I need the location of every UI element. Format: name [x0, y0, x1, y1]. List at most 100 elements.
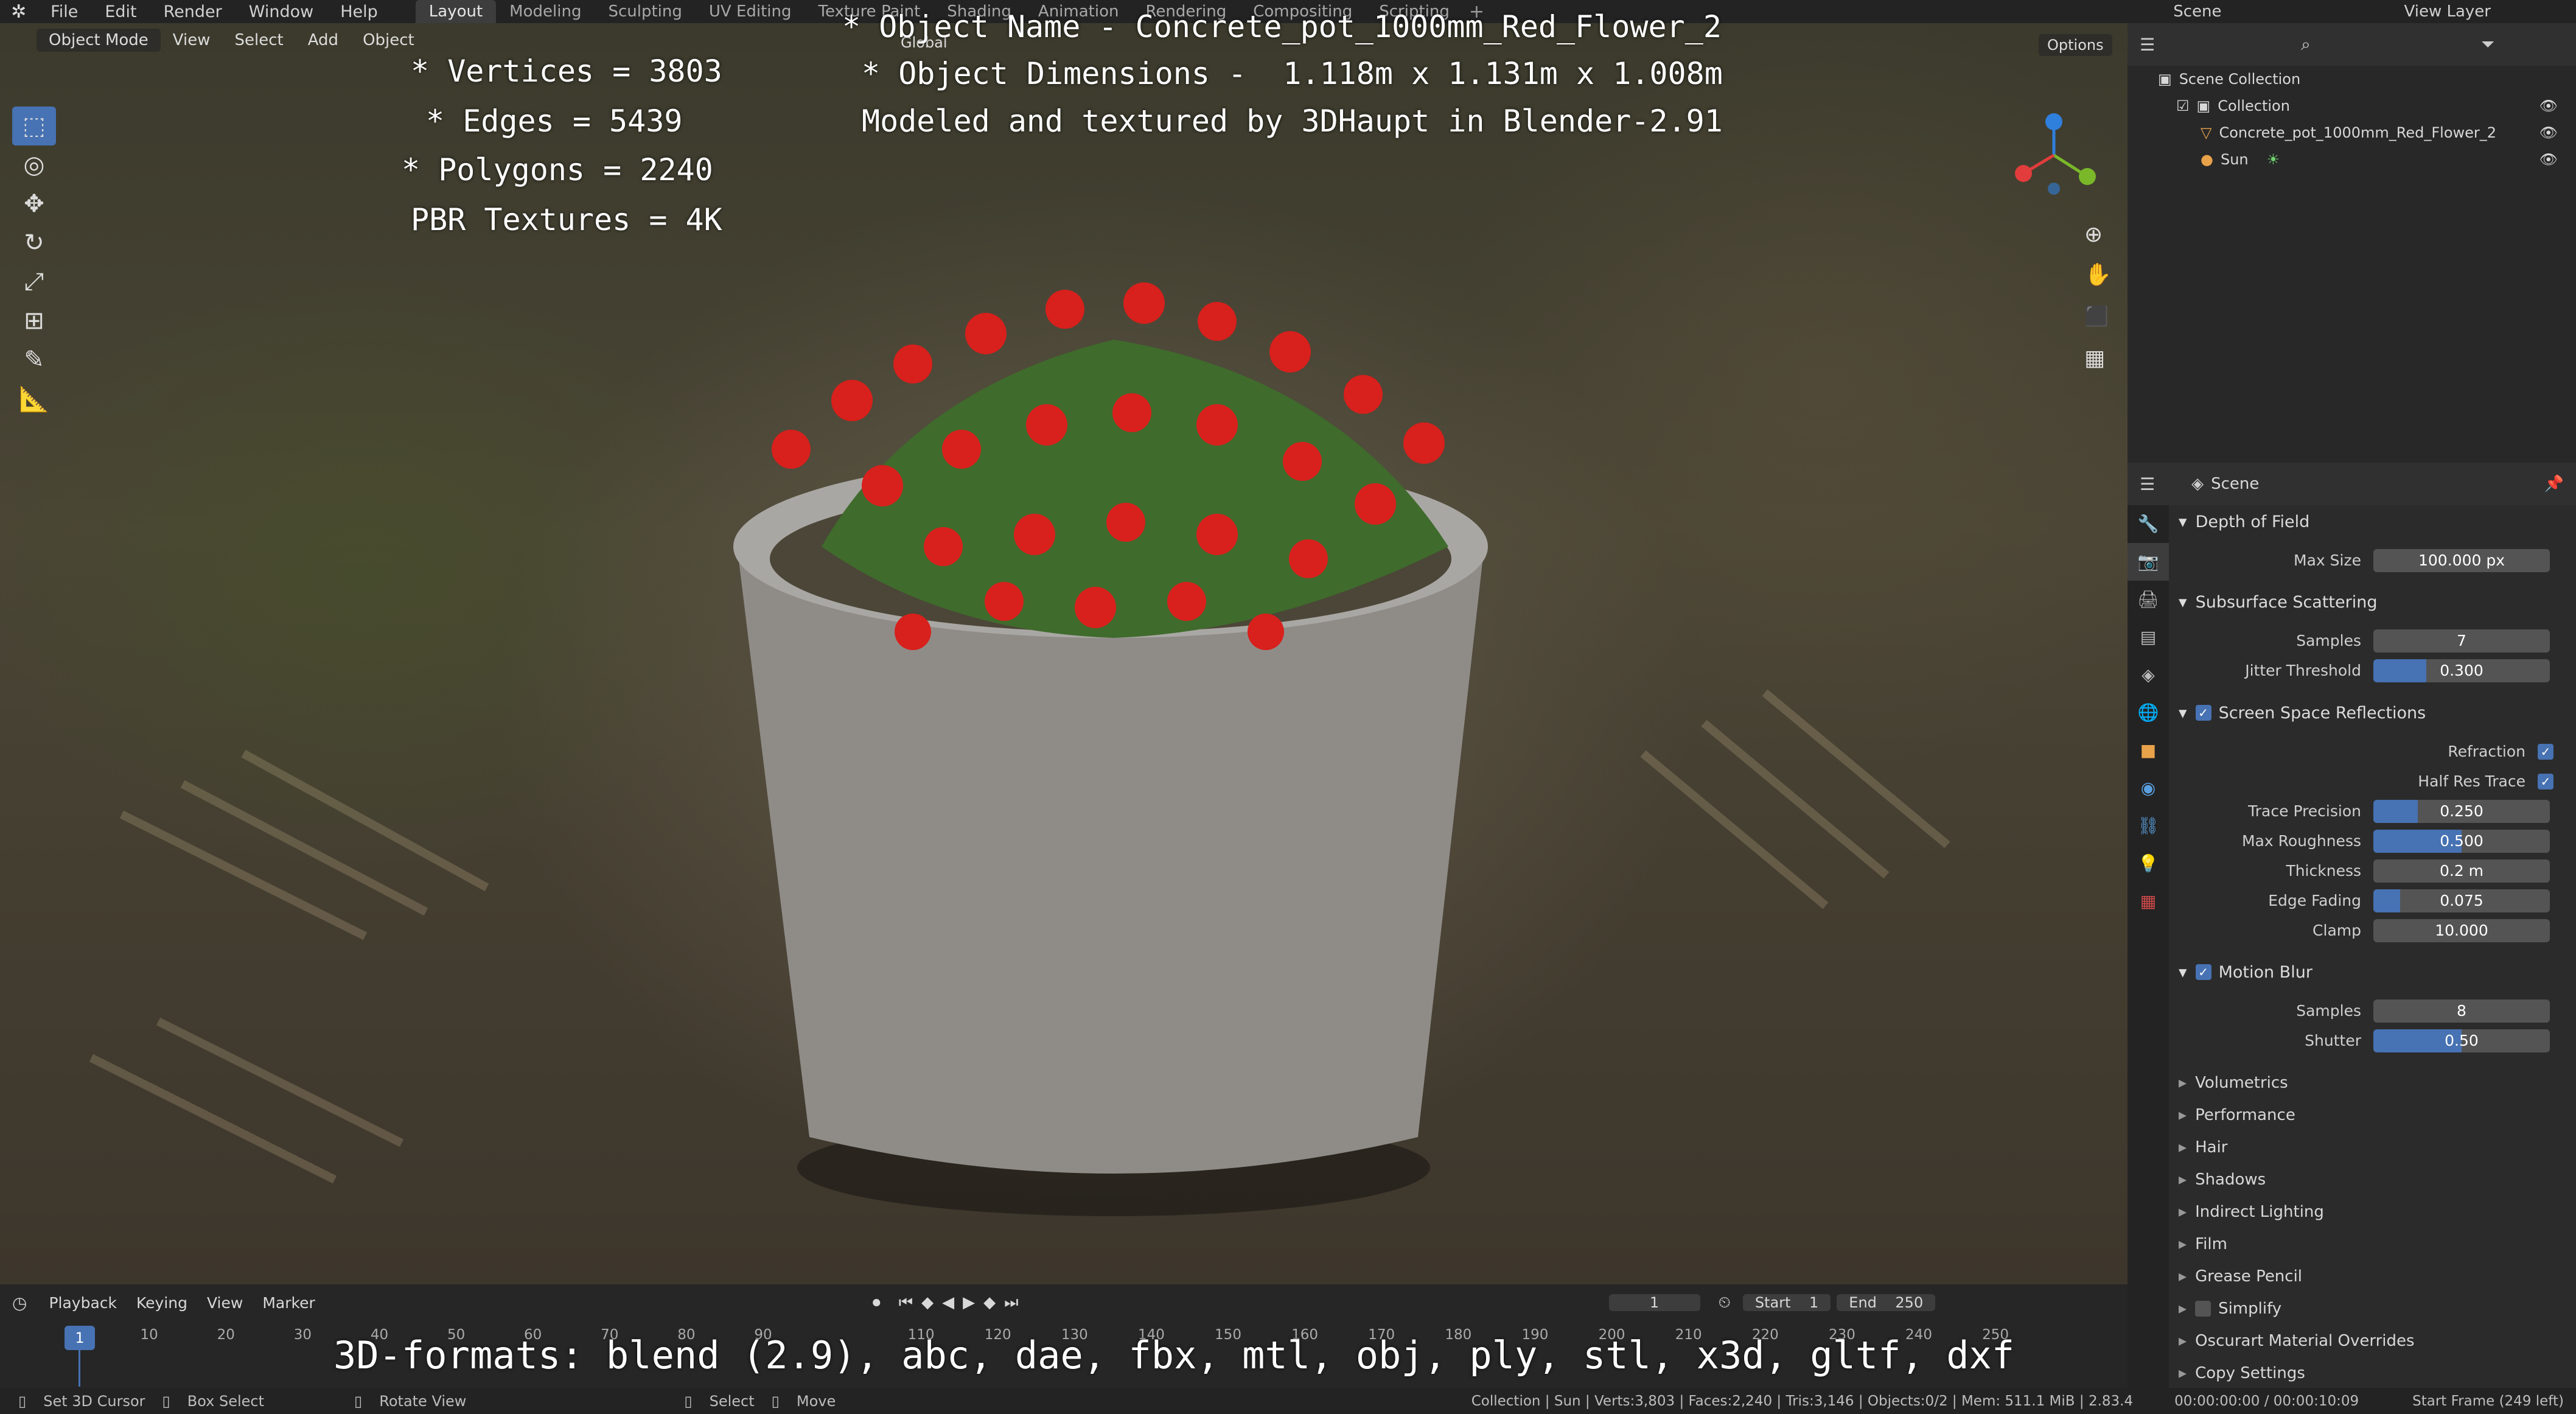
physics-tab-icon[interactable]: ◉: [2127, 769, 2169, 807]
record-icon[interactable]: ⏺: [873, 1293, 881, 1312]
texture-tab-icon[interactable]: ▦: [2127, 883, 2169, 920]
pan-hand-icon[interactable]: ✋: [2084, 262, 2112, 287]
tab-modeling[interactable]: Modeling: [496, 0, 595, 23]
panel-depth-of-field[interactable]: ▾ Depth of Field: [2179, 506, 2568, 537]
clamp-field[interactable]: 10.000: [2373, 919, 2550, 942]
timeline-view-menu[interactable]: View: [197, 1294, 253, 1312]
camera-icon[interactable]: ⬛: [2084, 304, 2109, 327]
add-menu[interactable]: Add: [296, 31, 351, 49]
jitter-slider[interactable]: 0.300: [2373, 659, 2550, 682]
collection-row[interactable]: ☑ ▣ Collection 👁: [2158, 93, 2576, 119]
outliner-filter-icon[interactable]: ⏷: [2481, 34, 2494, 55]
tab-uv-editing[interactable]: UV Editing: [696, 0, 805, 23]
edge-fading-slider[interactable]: 0.075: [2373, 889, 2550, 912]
panel-hair[interactable]: ▸ Hair: [2179, 1131, 2568, 1163]
cursor-tool-icon[interactable]: ◎: [12, 145, 56, 184]
menu-file[interactable]: File: [37, 2, 91, 21]
thickness-field[interactable]: 0.2 m: [2373, 859, 2550, 883]
keying-menu[interactable]: Keying: [127, 1294, 197, 1312]
data-tab-icon[interactable]: 💡: [2127, 845, 2169, 883]
jump-start-icon[interactable]: ⏮: [899, 1293, 913, 1312]
tab-sculpting[interactable]: Sculpting: [595, 0, 695, 23]
navigation-gizmo[interactable]: [2008, 110, 2100, 201]
properties-editor-type-icon[interactable]: ☰: [2127, 474, 2167, 494]
object-mode-dropdown[interactable]: Object Mode: [37, 29, 161, 52]
view-layer-label[interactable]: View Layer: [2392, 2, 2576, 21]
transform-tool-icon[interactable]: ⊞: [12, 301, 56, 340]
view-menu[interactable]: View: [161, 31, 223, 49]
options-dropdown[interactable]: Options: [2039, 34, 2112, 56]
end-field[interactable]: End 250: [1837, 1294, 1936, 1311]
shutter-slider[interactable]: 0.50: [2373, 1029, 2550, 1052]
tool-tab-icon[interactable]: 🔧: [2127, 505, 2169, 543]
object-menu[interactable]: Object: [351, 31, 427, 49]
select-menu[interactable]: Select: [223, 31, 296, 49]
outliner-search-icon[interactable]: ⌕: [2301, 34, 2311, 55]
next-keyframe-icon[interactable]: ◆: [983, 1293, 996, 1312]
eye-icon[interactable]: 👁: [2539, 151, 2558, 168]
render-tab-icon[interactable]: 📷: [2127, 543, 2169, 581]
measure-tool-icon[interactable]: 📐: [12, 379, 56, 418]
tab-layout[interactable]: Layout: [415, 0, 497, 23]
playback-menu[interactable]: Playback: [39, 1294, 127, 1312]
simplify-checkbox[interactable]: [2195, 1300, 2211, 1317]
scene-tab-icon[interactable]: ◈: [2127, 656, 2169, 694]
panel-performance[interactable]: ▸ Performance: [2179, 1099, 2568, 1131]
panel-film[interactable]: ▸ Film: [2179, 1228, 2568, 1260]
select-box-tool-icon[interactable]: ⬚: [12, 107, 56, 145]
eye-icon[interactable]: 👁: [2539, 124, 2558, 141]
sss-samples-field[interactable]: 7: [2373, 629, 2550, 653]
outliner-item-sun[interactable]: ● Sun ☀ 👁: [2158, 146, 2576, 173]
move-tool-icon[interactable]: ✥: [12, 184, 56, 223]
outliner[interactable]: ☰ ⌕ ⏷ ▣ Scene Collection ☑ ▣ Collection …: [2127, 23, 2576, 463]
panel-shadows[interactable]: ▸ Shadows: [2179, 1163, 2568, 1195]
scene-collection-row[interactable]: ▣ Scene Collection: [2158, 66, 2576, 93]
refraction-checkbox[interactable]: ✓: [2538, 743, 2553, 760]
start-field[interactable]: Start 1: [1742, 1294, 1831, 1311]
marker-menu[interactable]: Marker: [253, 1294, 324, 1312]
collection-checkbox[interactable]: ☑: [2176, 97, 2190, 114]
menu-render[interactable]: Render: [150, 2, 236, 21]
play-icon[interactable]: ▶: [963, 1293, 975, 1312]
output-tab-icon[interactable]: 🖨: [2127, 581, 2169, 618]
scale-tool-icon[interactable]: ⤢: [12, 262, 56, 301]
panel-motion-blur[interactable]: ▾ ✓ Motion Blur: [2179, 957, 2568, 987]
half-res-checkbox[interactable]: ✓: [2538, 773, 2553, 789]
menu-edit[interactable]: Edit: [91, 2, 150, 21]
panel-subsurface-scattering[interactable]: ▾ Subsurface Scattering: [2179, 587, 2568, 617]
menu-window[interactable]: Window: [236, 2, 327, 21]
panel-indirect-lighting[interactable]: ▸ Indirect Lighting: [2179, 1195, 2568, 1228]
object-tab-icon[interactable]: ■: [2127, 732, 2169, 769]
menu-help[interactable]: Help: [327, 2, 391, 21]
panel-copy-settings[interactable]: ▸ Copy Settings: [2179, 1357, 2568, 1389]
rotate-tool-icon[interactable]: ↻: [12, 223, 56, 262]
auto-keying-icon[interactable]: ⏲: [1719, 1293, 1731, 1312]
trace-precision-slider[interactable]: 0.250: [2373, 799, 2550, 823]
view-layer-tab-icon[interactable]: ▤: [2127, 618, 2169, 656]
3d-viewport[interactable]: [0, 23, 2127, 1284]
panel-oscurart[interactable]: ▸ Oscurart Material Overrides: [2179, 1325, 2568, 1357]
timeline-editor-type-icon[interactable]: ◷: [0, 1293, 39, 1313]
outliner-editor-type-icon[interactable]: ☰: [2127, 35, 2167, 55]
outliner-item-pot[interactable]: ▽ Concrete_pot_1000mm_Red_Flower_2 👁: [2158, 119, 2576, 146]
blender-logo-icon[interactable]: ✲: [0, 1, 37, 23]
panel-grease-pencil[interactable]: ▸ Grease Pencil: [2179, 1260, 2568, 1292]
play-reverse-icon[interactable]: ◀: [942, 1293, 954, 1312]
grid-view-icon[interactable]: ▦: [2084, 346, 2105, 371]
zoom-icon[interactable]: ⊕: [2084, 222, 2103, 247]
ssr-enable-checkbox[interactable]: ✓: [2195, 705, 2211, 721]
max-roughness-slider[interactable]: 0.500: [2373, 829, 2550, 853]
world-tab-icon[interactable]: 🌐: [2127, 694, 2169, 732]
constraints-tab-icon[interactable]: ⛓: [2127, 807, 2169, 845]
pin-icon[interactable]: 📌: [2544, 475, 2564, 493]
jump-end-icon[interactable]: ⏭: [1004, 1293, 1018, 1312]
panel-simplify[interactable]: ▸ Simplify: [2179, 1292, 2568, 1325]
annotate-tool-icon[interactable]: ✎: [12, 340, 56, 379]
current-frame-field[interactable]: 1: [1608, 1294, 1700, 1311]
panel-screen-space-reflections[interactable]: ▾ ✓ Screen Space Reflections: [2179, 698, 2568, 728]
eye-icon[interactable]: 👁: [2539, 97, 2558, 114]
playhead[interactable]: 1: [65, 1326, 95, 1350]
scene-label[interactable]: Scene: [2161, 2, 2392, 21]
max-size-field[interactable]: 100.000 px: [2373, 548, 2550, 572]
mb-samples-field[interactable]: 8: [2373, 999, 2550, 1023]
